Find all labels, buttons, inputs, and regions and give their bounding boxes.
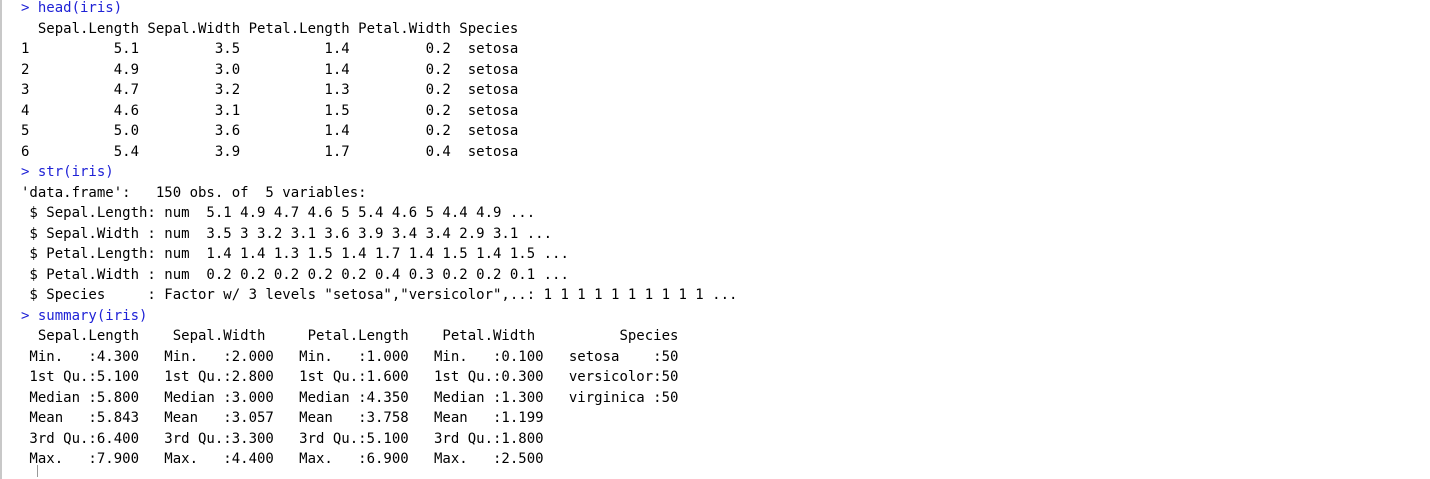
console-output-line: Sepal.Length Sepal.Width Petal.Length Pe… bbox=[21, 20, 519, 37]
console-output-line: 3 4.7 3.2 1.3 0.2 setosa bbox=[21, 82, 519, 98]
console-output-line: 3rd Qu.:6.400 3rd Qu.:3.300 3rd Qu.:5.10… bbox=[21, 430, 696, 447]
console-output-line: Median :5.800 Median :3.000 Median :4.35… bbox=[21, 389, 696, 406]
console-output-line: $ Petal.Length: num 1.4 1.4 1.3 1.5 1.4 … bbox=[21, 246, 569, 262]
console-command: > head(iris) bbox=[21, 0, 123, 16]
console-output-line: 1 5.1 3.5 1.4 0.2 setosa bbox=[21, 41, 519, 57]
console-output-line: Sepal.Length Sepal.Width Petal.Length Pe… bbox=[21, 328, 696, 344]
console-output-line: $ Species : Factor w/ 3 levels "setosa",… bbox=[21, 287, 738, 303]
console-output-line: $ Petal.Width : num 0.2 0.2 0.2 0.2 0.2 … bbox=[21, 266, 569, 283]
console-output-line: 1st Qu.:5.100 1st Qu.:2.800 1st Qu.:1.60… bbox=[21, 369, 696, 385]
console-output-line: 4 4.6 3.1 1.5 0.2 setosa bbox=[21, 102, 519, 119]
console-output-line: 5 5.0 3.6 1.4 0.2 setosa bbox=[21, 123, 519, 139]
console-output-line: 6 5.4 3.9 1.7 0.4 setosa bbox=[21, 143, 519, 160]
text-cursor bbox=[37, 465, 38, 477]
console-output-line: Mean :5.843 Mean :3.057 Mean :3.758 Mean… bbox=[21, 410, 696, 426]
console-output-line: Max. :7.900 Max. :4.400 Max. :6.900 Max.… bbox=[21, 451, 696, 467]
console-command: > str(iris) bbox=[21, 164, 114, 180]
console-command: > summary(iris) bbox=[21, 307, 148, 324]
console-output-line: 'data.frame': 150 obs. of 5 variables: bbox=[21, 184, 367, 201]
r-console[interactable]: > head(iris) Sepal.Length Sepal.Width Pe… bbox=[0, 0, 1430, 479]
console-output-line: Min. :4.300 Min. :2.000 Min. :1.000 Min.… bbox=[21, 348, 696, 365]
console-output: > head(iris) Sepal.Length Sepal.Width Pe… bbox=[21, 0, 737, 470]
console-output-line: 2 4.9 3.0 1.4 0.2 setosa bbox=[21, 61, 519, 78]
console-output-line: $ Sepal.Width : num 3.5 3 3.2 3.1 3.6 3.… bbox=[21, 225, 553, 242]
console-output-line: $ Sepal.Length: num 5.1 4.9 4.7 4.6 5 5.… bbox=[21, 205, 536, 221]
